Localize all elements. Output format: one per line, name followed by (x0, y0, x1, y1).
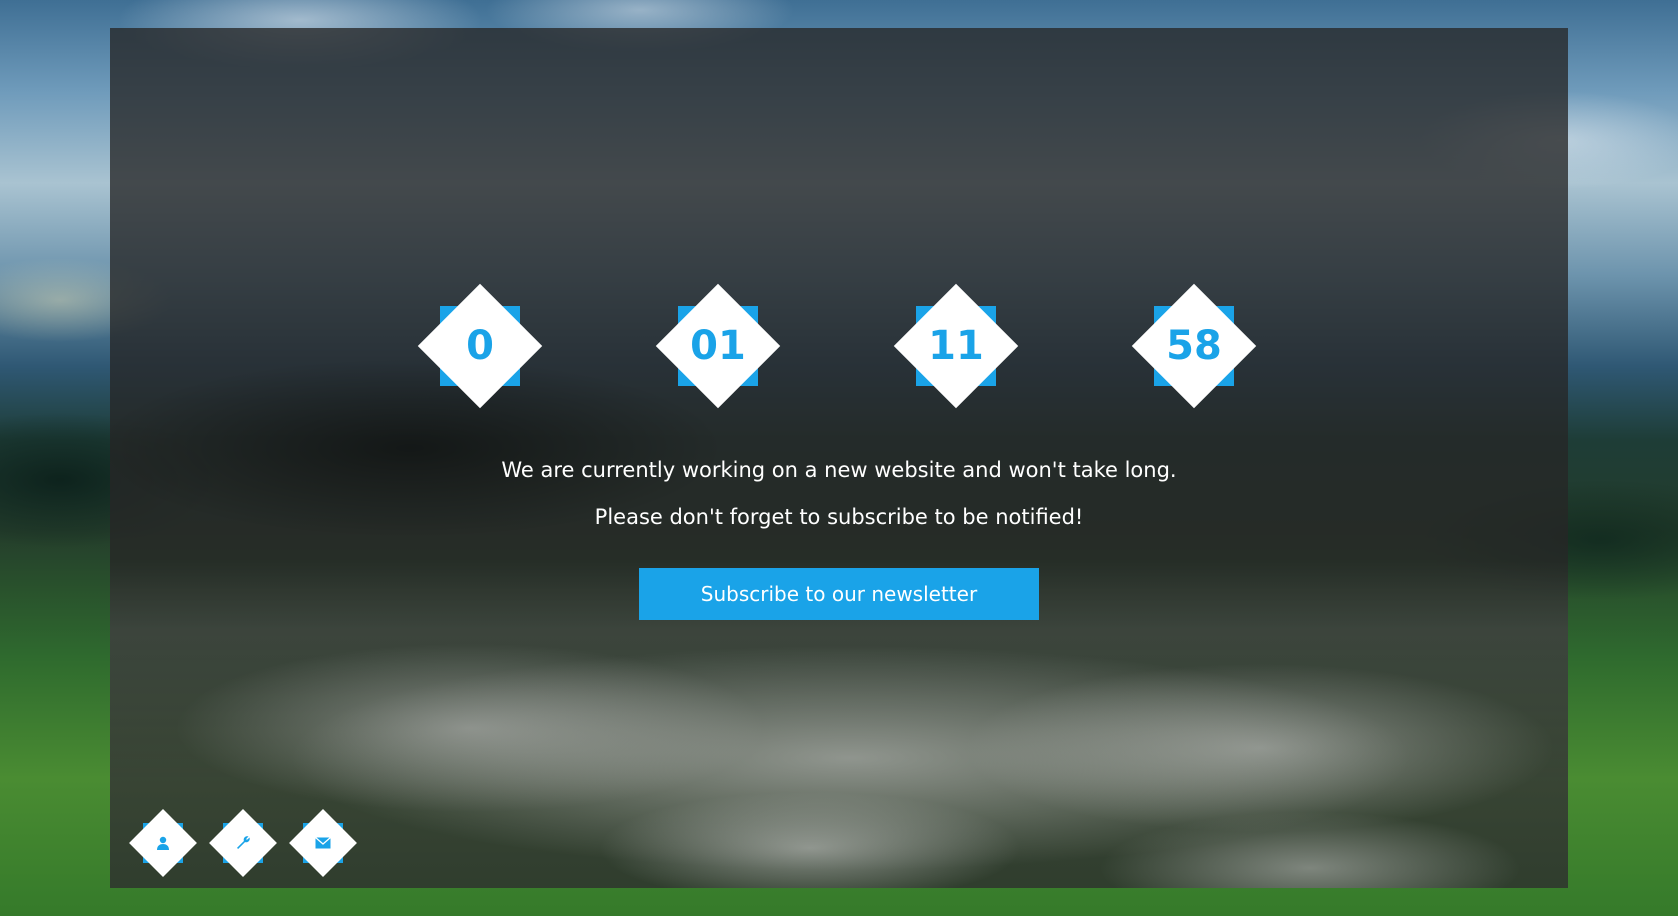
subscribe-reminder: Please don't forget to subscribe to be n… (594, 505, 1084, 529)
contact-link[interactable] (288, 808, 358, 878)
countdown-unit-seconds: 58 (1131, 283, 1257, 409)
about-link[interactable] (128, 808, 198, 878)
countdown: 0 01 11 58 (110, 283, 1568, 409)
countdown-unit-minutes: 11 (893, 283, 1019, 409)
countdown-unit-days: 0 (417, 283, 543, 409)
wrench-icon (208, 808, 278, 878)
countdown-unit-hours: 01 (655, 283, 781, 409)
countdown-value-seconds: 58 (1166, 323, 1222, 369)
subscribe-newsletter-button[interactable]: Subscribe to our newsletter (639, 568, 1039, 620)
envelope-icon (288, 808, 358, 878)
social-links (128, 808, 378, 878)
page-background: 0 01 11 58 We are currently working on a… (0, 0, 1678, 916)
status-message: We are currently working on a new websit… (501, 458, 1177, 482)
countdown-value-hours: 01 (690, 323, 746, 369)
user-icon (128, 808, 198, 878)
services-link[interactable] (208, 808, 278, 878)
content-overlay: 0 01 11 58 We are currently working on a… (110, 28, 1568, 888)
countdown-value-days: 0 (466, 323, 494, 369)
countdown-value-minutes: 11 (928, 323, 984, 369)
